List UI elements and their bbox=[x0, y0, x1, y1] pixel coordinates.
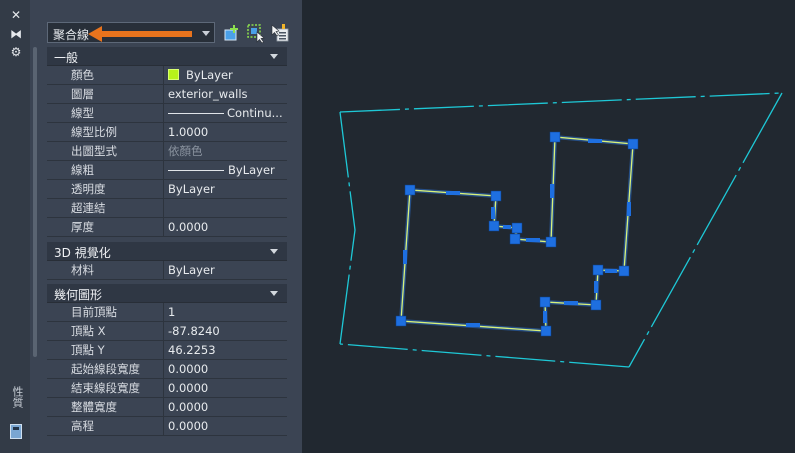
property-row-elevation[interactable]: 高程 0.0000 bbox=[47, 417, 287, 436]
linetype-preview bbox=[168, 113, 224, 114]
section-geometry-header[interactable]: 幾何圖形 bbox=[47, 284, 287, 303]
property-label: 目前頂點 bbox=[47, 303, 164, 321]
property-row-hyperlink[interactable]: 超連結 bbox=[47, 199, 287, 218]
property-row-vertex-x[interactable]: 頂點 X -87.8240 bbox=[47, 322, 287, 341]
property-row-start-segment-width[interactable]: 起始線段寬度 0.0000 bbox=[47, 360, 287, 379]
quick-calc-icon[interactable] bbox=[10, 424, 22, 439]
lineweight-value-text: ByLayer bbox=[228, 163, 275, 177]
property-row-linetype-scale[interactable]: 線型比例 1.0000 bbox=[47, 123, 287, 142]
property-value[interactable]: 0.0000 bbox=[168, 398, 286, 416]
lineweight-preview bbox=[168, 170, 224, 171]
color-swatch bbox=[168, 69, 179, 80]
section-3d-title: 3D 視覺化 bbox=[54, 246, 111, 260]
property-label: 線粗 bbox=[47, 161, 164, 179]
property-value[interactable]: 0.0000 bbox=[168, 379, 286, 397]
section-geometry-title: 幾何圖形 bbox=[54, 288, 103, 302]
property-row-layer[interactable]: 圖層 exterior_walls bbox=[47, 85, 287, 104]
collapse-caret-icon bbox=[270, 54, 278, 59]
property-label: 超連結 bbox=[47, 199, 164, 217]
toggle-pickadd-button[interactable] bbox=[222, 23, 242, 43]
section-general-title: 一般 bbox=[54, 51, 79, 65]
property-value[interactable]: 1 bbox=[168, 303, 286, 321]
property-value[interactable]: ByLayer bbox=[168, 161, 286, 179]
toggle-pickadd-icon bbox=[224, 25, 238, 41]
property-value[interactable]: 1.0000 bbox=[168, 123, 286, 141]
property-label: 整體寬度 bbox=[47, 398, 164, 416]
property-label: 線型比例 bbox=[47, 123, 164, 141]
property-row-material[interactable]: 材料 ByLayer bbox=[47, 261, 287, 280]
property-row-linetype[interactable]: 線型 Continu... bbox=[47, 104, 287, 123]
vertex-grips[interactable] bbox=[395, 131, 639, 337]
property-value[interactable]: ByLayer bbox=[168, 180, 286, 198]
property-label: 結束線段寬度 bbox=[47, 379, 164, 397]
property-value[interactable]: 0.0000 bbox=[168, 360, 286, 378]
property-row-global-width[interactable]: 整體寬度 0.0000 bbox=[47, 398, 287, 417]
property-value[interactable]: -87.8240 bbox=[168, 322, 286, 340]
property-label: 顏色 bbox=[47, 66, 164, 84]
property-value[interactable]: ByLayer bbox=[168, 66, 286, 84]
select-objects-icon bbox=[247, 24, 265, 44]
palette-side-strip: ✕ ⧓ ⚙ 性質 bbox=[0, 0, 31, 453]
annotation-arrow bbox=[88, 26, 192, 42]
color-value-text: ByLayer bbox=[186, 68, 233, 82]
property-row-thickness[interactable]: 厚度 0.0000 bbox=[47, 218, 287, 237]
auto-hide-icon[interactable]: ⧓ bbox=[9, 28, 23, 40]
property-label: 頂點 X bbox=[47, 322, 164, 340]
property-value[interactable]: 0.0000 bbox=[168, 218, 286, 236]
geometry-property-rows: 目前頂點 1 頂點 X -87.8240 頂點 Y 46.2253 起始線段寬度… bbox=[47, 303, 287, 436]
visual3d-property-rows: 材料 ByLayer bbox=[47, 261, 287, 280]
section-3d-visualization-header[interactable]: 3D 視覺化 bbox=[47, 242, 287, 261]
property-row-plot-style[interactable]: 出圖型式 依顏色 bbox=[47, 142, 287, 161]
panel-scrollbar[interactable] bbox=[33, 47, 37, 357]
linetype-value-text: Continu... bbox=[227, 106, 283, 120]
object-type-value: 聚合線 bbox=[53, 28, 90, 42]
property-label: 出圖型式 bbox=[47, 142, 164, 160]
properties-settings-icon[interactable]: ⚙ bbox=[9, 46, 23, 58]
property-row-lineweight[interactable]: 線粗 ByLayer bbox=[47, 161, 287, 180]
chevron-down-icon bbox=[202, 31, 210, 36]
general-property-rows: 顏色 ByLayer 圖層 exterior_walls 線型 Continu.… bbox=[47, 66, 287, 237]
property-row-current-vertex[interactable]: 目前頂點 1 bbox=[47, 303, 287, 322]
section-general-header[interactable]: 一般 bbox=[47, 47, 287, 66]
property-label: 高程 bbox=[47, 417, 164, 435]
property-label: 厚度 bbox=[47, 218, 164, 236]
property-label: 頂點 Y bbox=[47, 341, 164, 359]
select-objects-button[interactable] bbox=[246, 23, 266, 44]
property-label: 材料 bbox=[47, 261, 164, 279]
property-label: 線型 bbox=[47, 104, 164, 122]
property-label: 圖層 bbox=[47, 85, 164, 103]
property-row-transparency[interactable]: 透明度 ByLayer bbox=[47, 180, 287, 199]
quick-select-button[interactable] bbox=[270, 23, 290, 43]
property-row-color[interactable]: 顏色 ByLayer bbox=[47, 66, 287, 85]
property-label: 透明度 bbox=[47, 180, 164, 198]
drawing-canvas[interactable] bbox=[302, 0, 795, 453]
property-row-vertex-y[interactable]: 頂點 Y 46.2253 bbox=[47, 341, 287, 360]
collapse-caret-icon bbox=[270, 291, 278, 296]
property-value: 依顏色 bbox=[168, 144, 203, 158]
property-value[interactable]: ByLayer bbox=[168, 261, 286, 279]
property-row-end-segment-width[interactable]: 結束線段寬度 0.0000 bbox=[47, 379, 287, 398]
palette-title: 性質 bbox=[11, 386, 24, 408]
property-value[interactable]: 46.2253 bbox=[168, 341, 286, 359]
close-icon[interactable]: ✕ bbox=[9, 9, 23, 21]
collapse-caret-icon bbox=[270, 249, 278, 254]
quick-select-icon bbox=[271, 24, 289, 42]
property-value[interactable]: exterior_walls bbox=[168, 85, 286, 103]
property-value[interactable]: Continu... bbox=[168, 104, 286, 122]
property-label: 起始線段寬度 bbox=[47, 360, 164, 378]
property-value[interactable]: 0.0000 bbox=[168, 417, 286, 435]
property-value[interactable] bbox=[168, 199, 286, 217]
